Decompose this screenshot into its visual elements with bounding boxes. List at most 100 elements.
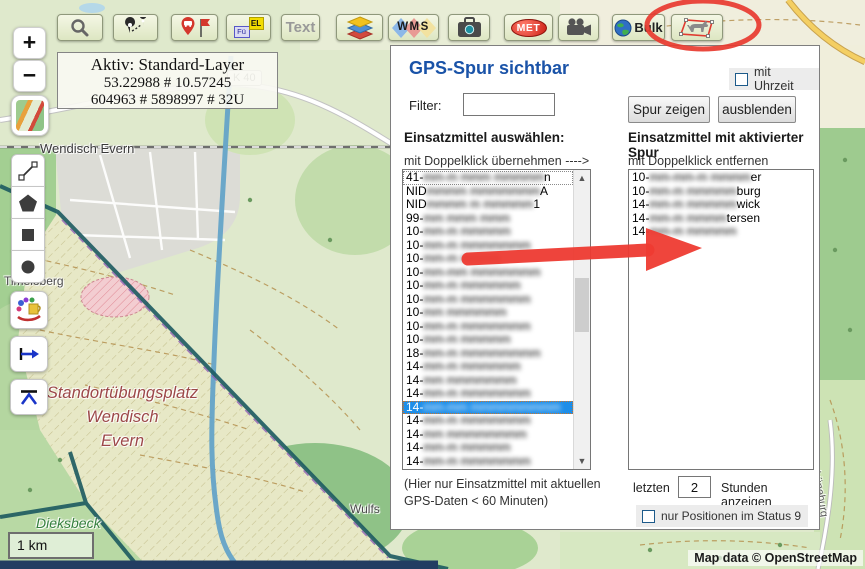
available-units-rows[interactable]: 41-mm-m mmm mmmmmnNIDmmmm mmmmmmmANIDmmm… — [403, 171, 573, 469]
zoom-out-button[interactable]: − — [13, 60, 46, 92]
route-pins-button[interactable] — [113, 14, 158, 41]
list-scrollbar[interactable]: ▲ ▼ — [573, 170, 590, 469]
with-time-option[interactable]: mit Uhrzeit — [729, 68, 819, 90]
layer-switcher-button[interactable] — [11, 95, 49, 136]
layers-button[interactable] — [336, 14, 383, 41]
hours-input[interactable] — [678, 476, 711, 498]
unit-list-item[interactable]: 14-mm mmmmmmm — [403, 374, 573, 388]
scroll-thumb[interactable] — [575, 278, 589, 332]
square-icon — [18, 225, 38, 245]
zoom-in-button[interactable]: + — [13, 27, 46, 59]
camera-button[interactable] — [558, 14, 599, 41]
scroll-down-arrow[interactable]: ▼ — [574, 453, 590, 469]
unit-callsign-prefix: 99- — [406, 211, 423, 225]
show-track-button[interactable]: Spur zeigen — [628, 96, 710, 123]
unit-callsign-prefix: 14- — [406, 427, 423, 441]
redacted-unit-name: mm-m mmmmm — [423, 224, 510, 238]
active-unit-list-item[interactable]: 14-mm-m mmmmtersen — [629, 212, 813, 226]
unit-callsign-prefix: 14- — [406, 413, 423, 427]
paint-tool-button[interactable] — [10, 291, 48, 329]
status9-option[interactable]: nur Positionen im Status 9 — [636, 505, 808, 527]
unit-list-item[interactable]: 14-mm-mm mmmmmmmmm — [403, 401, 573, 415]
redacted-unit-name: mm-m mmmmmm — [423, 278, 520, 292]
mapsto-tool-button[interactable] — [10, 336, 48, 372]
unit-list-item[interactable]: 10-mm-m mmmmmm — [403, 279, 573, 293]
status9-checkbox[interactable] — [642, 510, 655, 523]
circle-tool-button[interactable] — [11, 250, 45, 283]
unit-name-suffix: tersen — [727, 211, 760, 225]
fuehrung-el-button[interactable]: Fü EL — [226, 14, 271, 41]
active-unit-list-item[interactable]: 10-mm-m mmmmmburg — [629, 185, 813, 199]
redacted-unit-name: mm-m mmmmmm — [423, 359, 520, 373]
layer-thumbnail — [16, 100, 44, 131]
training-area-line3: Evern — [30, 429, 215, 453]
rectangle-tool-button[interactable] — [11, 218, 45, 251]
lambda-bar-icon — [17, 388, 41, 406]
unit-list-item[interactable]: NIDmmmm m mmmmm1 — [403, 198, 573, 212]
vehicle-flag-button[interactable] — [171, 14, 218, 41]
scroll-up-arrow[interactable]: ▲ — [574, 170, 590, 186]
unit-list-item[interactable]: 14-mm-m mmmmmmm — [403, 414, 573, 428]
unit-list-item[interactable]: 10-mm-mm mmmmmmm — [403, 266, 573, 280]
unit-list-item[interactable]: NIDmmmm mmmmmmmA — [403, 185, 573, 199]
unit-list-item[interactable]: 10-mm-m mmmmmmm — [403, 293, 573, 307]
hide-track-button[interactable]: ausblenden — [718, 96, 796, 123]
filter-label: Filter: — [409, 98, 442, 113]
paint-icon — [15, 296, 43, 324]
unit-callsign-prefix: 10- — [406, 265, 423, 279]
unit-list-item[interactable]: 10-mm-m mmmm — [403, 252, 573, 266]
wms-button[interactable]: WMS — [388, 14, 439, 41]
mapsto-arrow-icon — [17, 345, 41, 363]
map-attribution[interactable]: Map data © OpenStreetMap — [688, 550, 863, 566]
equipment-case-button[interactable] — [448, 14, 490, 41]
unit-list-item[interactable]: 14-mm mmmmmmmm — [403, 428, 573, 442]
unit-callsign-prefix: 10- — [406, 292, 423, 306]
unit-list-item[interactable]: 67-82-17 SEG Lbg ASB — [403, 468, 573, 469]
lambda-tool-button[interactable] — [10, 379, 48, 415]
unit-list-item[interactable]: 10-mm-m mmmmm — [403, 225, 573, 239]
redacted-unit-name: mm-m mmmmmmm — [423, 319, 530, 333]
fu-symbol: Fü — [234, 26, 250, 38]
text-tool-button[interactable]: Text — [281, 14, 320, 41]
unit-callsign-prefix: 14- — [632, 197, 649, 211]
draw-toolstack — [11, 154, 45, 283]
met-button[interactable]: MET — [504, 14, 553, 41]
unit-list-item[interactable]: 99-mm mmm mmm — [403, 212, 573, 226]
gps-footnote-line2: GPS-Daten < 60 Minuten) — [404, 493, 601, 510]
app-window: Wendisch Evern Timeloberg Standortübungs… — [0, 0, 865, 569]
active-layer-box: Aktiv: Standard-Layer 53.22988 # 10.5724… — [57, 52, 278, 109]
globe-icon — [614, 19, 632, 37]
unit-list-item[interactable]: 14-mm-m mmmmmmm — [403, 387, 573, 401]
active-unit-list-item[interactable]: 14-mm-m mmmmmwick — [629, 198, 813, 212]
redacted-unit-name: mm mmmmmm — [423, 305, 506, 319]
available-units-listbox[interactable]: 41-mm-m mmm mmmmmnNIDmmmm mmmmmmmANIDmmm… — [402, 169, 591, 470]
unit-list-item[interactable]: 10-mm-m mmmmmmm — [403, 320, 573, 334]
unit-name-suffix: er — [751, 171, 762, 184]
with-time-checkbox[interactable] — [735, 73, 748, 86]
filter-input[interactable] — [463, 93, 555, 116]
redacted-unit-name: mm mmm mmm — [423, 211, 510, 225]
gps-track-button[interactable] — [671, 14, 723, 41]
unit-list-item[interactable]: 14-mm-m mmmmm — [403, 441, 573, 455]
met-badge: MET — [511, 19, 547, 37]
active-units-listbox[interactable]: 10-mm-mm-m mmmmer10-mm-m mmmmmburg14-mm-… — [628, 169, 814, 470]
unit-list-item[interactable]: 14-mm-m mmmmmm — [403, 360, 573, 374]
unit-list-item[interactable]: 10-mm-m mmmmmmm — [403, 239, 573, 253]
unit-list-item[interactable]: 10-mm mmmmmm — [403, 306, 573, 320]
measure-tool-button[interactable] — [11, 154, 45, 187]
active-unit-list-item[interactable]: 10-mm-mm-m mmmmer — [629, 171, 813, 185]
available-list-heading: Einsatzmittel auswählen: — [404, 130, 565, 145]
active-unit-list-item[interactable]: 14-mm-m mmmmm — [629, 225, 813, 239]
unit-list-item[interactable]: 10-mm-m mmmmm — [403, 333, 573, 347]
search-button[interactable] — [57, 14, 103, 41]
polygon-tool-button[interactable] — [11, 186, 45, 219]
bulk-button[interactable]: Bulk — [612, 14, 665, 41]
redacted-unit-name: mm-m mmmmmmm — [423, 238, 530, 252]
status9-label: nur Positionen im Status 9 — [661, 509, 801, 523]
unit-list-item[interactable]: 41-mm-m mmm mmmmmn — [403, 171, 573, 185]
active-units-rows[interactable]: 10-mm-mm-m mmmmer10-mm-m mmmmmburg14-mm-… — [629, 171, 813, 469]
unit-callsign-prefix: 10- — [406, 278, 423, 292]
unit-list-item[interactable]: 18-mm-m mmmmmmmm — [403, 347, 573, 361]
unit-list-item[interactable]: 14-mm-m mmmmmmm — [403, 455, 573, 469]
tactical-symbols-icon: Fü EL — [234, 17, 264, 38]
